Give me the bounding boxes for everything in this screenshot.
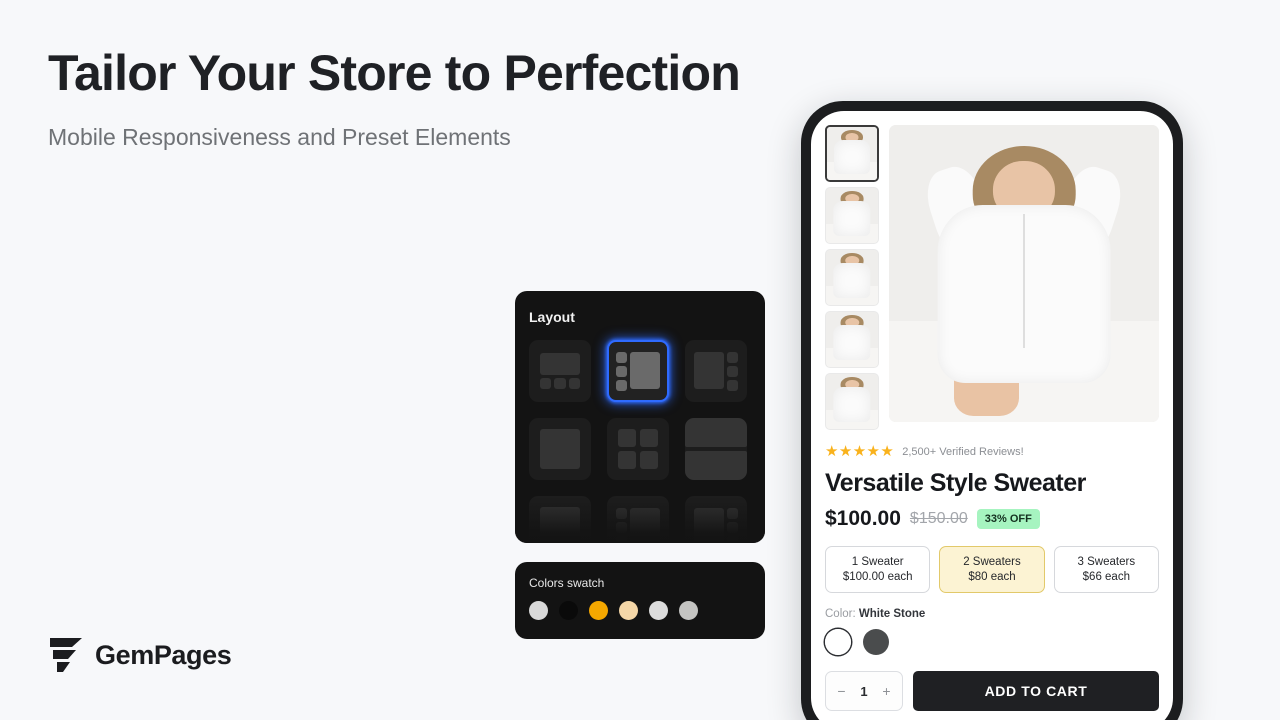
swatch-5[interactable] xyxy=(679,601,698,620)
colors-swatch-title: Colors swatch xyxy=(529,576,605,590)
gempages-funnel-icon xyxy=(50,638,82,672)
brand-name: GemPages xyxy=(95,639,232,670)
gallery-thumbnail-4[interactable] xyxy=(825,311,879,368)
tier-2-price: $80 each xyxy=(968,571,1016,583)
color-value: White Stone xyxy=(858,608,926,620)
tier-3-price: $66 each xyxy=(1082,571,1130,583)
layout-tile-two-by-two-grid[interactable] xyxy=(607,418,669,480)
page-root: Tailor Your Store to Perfection Mobile R… xyxy=(0,0,1280,720)
product-title: Versatile Style Sweater xyxy=(825,469,1086,497)
color-options xyxy=(825,629,1159,655)
layout-tile-big-left-thumbs-right[interactable] xyxy=(685,340,747,402)
gallery-main-image[interactable] xyxy=(889,125,1159,422)
quantity-tier-options: 1 Sweater $100.00 each 2 Sweaters $80 ea… xyxy=(825,546,1159,593)
product-gallery xyxy=(825,125,1159,430)
tier-1-quantity: 1 Sweater xyxy=(851,556,904,568)
brand-logo[interactable]: GemPages xyxy=(48,636,232,674)
review-count-label: 2,500+ Verified Reviews! xyxy=(902,445,1024,458)
swatch-0[interactable] xyxy=(529,601,548,620)
phone-screen: ★★★★★ 2,500+ Verified Reviews! Versatile… xyxy=(811,111,1173,720)
swatch-1[interactable] xyxy=(559,601,578,620)
tier-option-2[interactable]: 2 Sweaters $80 each xyxy=(939,546,1045,593)
tier-2-quantity: 2 Sweaters xyxy=(963,556,1021,568)
layout-tile-big-over-three-thumbs[interactable] xyxy=(529,340,591,402)
layout-panel: Layout xyxy=(515,291,765,543)
layout-tile-row3-col1[interactable] xyxy=(529,496,591,543)
add-to-cart-button[interactable]: ADD TO CART xyxy=(913,671,1159,711)
swatch-4[interactable] xyxy=(649,601,668,620)
color-option-white-stone[interactable] xyxy=(825,629,851,655)
discount-badge: 33% OFF xyxy=(976,509,1040,529)
quantity-increment-button[interactable]: + xyxy=(882,683,890,699)
color-label: Color: xyxy=(825,608,856,620)
layout-tile-row3-col2[interactable] xyxy=(607,496,669,543)
layout-tile-row3-col3[interactable] xyxy=(685,496,747,543)
swatch-3[interactable] xyxy=(619,601,638,620)
star-rating-icon: ★★★★★ xyxy=(825,443,895,460)
gallery-thumbnail-3[interactable] xyxy=(825,249,879,306)
tier-option-3[interactable]: 3 Sweaters $66 each xyxy=(1053,546,1159,593)
colors-swatch-row xyxy=(529,601,765,620)
tier-option-1[interactable]: 1 Sweater $100.00 each xyxy=(825,546,931,593)
quantity-decrement-button[interactable]: − xyxy=(837,683,845,699)
quantity-value: 1 xyxy=(860,683,868,699)
colors-swatch-panel: Colors swatch xyxy=(515,562,765,639)
rating-row: ★★★★★ 2,500+ Verified Reviews! xyxy=(825,444,1159,459)
page-subtitle: Mobile Responsiveness and Preset Element… xyxy=(48,124,511,150)
swatch-2[interactable] xyxy=(589,601,608,620)
tier-3-quantity: 3 Sweaters xyxy=(1077,556,1136,568)
gallery-thumbnail-1[interactable] xyxy=(825,125,879,182)
price-row: $100.00 $150.00 33% OFF xyxy=(825,507,1159,531)
layout-tile-two-stacked-rows[interactable] xyxy=(685,418,747,480)
layout-panel-title: Layout xyxy=(529,309,575,325)
gallery-thumbnails xyxy=(825,125,879,430)
color-selection-label: Color: White Stone xyxy=(825,608,1159,620)
cart-row: − 1 + ADD TO CART xyxy=(825,671,1159,711)
layout-tile-thumbs-left-big-right[interactable] xyxy=(607,340,669,402)
page-title: Tailor Your Store to Perfection xyxy=(48,45,741,101)
gallery-thumbnail-5[interactable] xyxy=(825,373,879,430)
gallery-thumbnail-2[interactable] xyxy=(825,187,879,244)
tier-1-price: $100.00 each xyxy=(842,571,913,583)
layout-tile-single-large[interactable] xyxy=(529,418,591,480)
quantity-stepper[interactable]: − 1 + xyxy=(825,671,903,711)
phone-mockup: ★★★★★ 2,500+ Verified Reviews! Versatile… xyxy=(801,101,1183,720)
layout-tile-grid xyxy=(529,340,765,543)
color-option-charcoal[interactable] xyxy=(863,629,889,655)
product-price: $100.00 xyxy=(825,507,901,530)
product-compare-price: $150.00 xyxy=(909,510,968,527)
